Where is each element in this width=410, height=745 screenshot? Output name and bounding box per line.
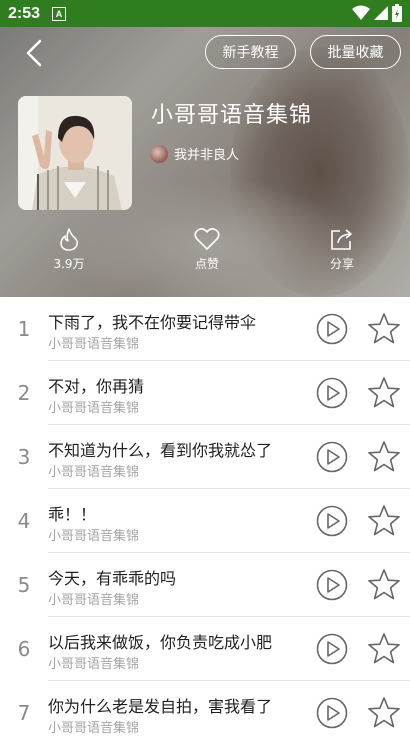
- track-title: 以后我来做饭，你负责吃成小肥: [48, 633, 273, 652]
- play-icon[interactable]: [316, 441, 348, 473]
- wifi-icon: [352, 5, 370, 20]
- star-icon[interactable]: [367, 440, 401, 474]
- like-button[interactable]: 点赞: [167, 227, 247, 272]
- track-number: 5: [17, 573, 31, 597]
- status-time: 2:53: [8, 4, 41, 22]
- list-item[interactable]: 7 你为什么老是发自拍，害我看了 小哥哥语音集锦: [0, 681, 410, 745]
- track-subtitle: 小哥哥语音集锦: [48, 337, 140, 352]
- star-icon[interactable]: [367, 312, 401, 346]
- like-label: 点赞: [194, 257, 219, 271]
- hot-value: 3.9万: [53, 257, 85, 271]
- star-icon[interactable]: [367, 632, 401, 666]
- play-icon[interactable]: [316, 697, 348, 729]
- album-header: 新手教程 批量收藏 小哥哥语音集锦 我并非良人 3.9万 点赞 分享: [0, 27, 410, 297]
- list-item[interactable]: 5 今天，有乖乖的吗 小哥哥语音集锦: [0, 553, 410, 617]
- flame-icon: [60, 228, 78, 251]
- list-item[interactable]: 4 乖！！ 小哥哥语音集锦: [0, 489, 410, 553]
- track-title: 下雨了，我不在你要记得带伞: [48, 313, 257, 332]
- batch-collect-button[interactable]: 批量收藏: [310, 35, 401, 69]
- play-icon[interactable]: [316, 313, 348, 345]
- tutorial-button[interactable]: 新手教程: [205, 35, 296, 69]
- avatar: [150, 144, 168, 163]
- track-subtitle: 小哥哥语音集锦: [48, 593, 140, 608]
- list-item[interactable]: 3 不知道为什么，看到你我就怂了 小哥哥语音集锦: [0, 425, 410, 489]
- track-number: 2: [17, 381, 31, 405]
- track-number: 6: [17, 637, 31, 661]
- star-icon[interactable]: [367, 568, 401, 602]
- track-subtitle: 小哥哥语音集锦: [48, 401, 140, 416]
- share-icon: [331, 229, 352, 250]
- track-number: 4: [17, 509, 31, 533]
- track-title: 今天，有乖乖的吗: [48, 569, 177, 588]
- cover-portrait: [18, 96, 132, 210]
- play-icon[interactable]: [316, 633, 348, 665]
- status-bar: 2:53 A: [0, 0, 410, 27]
- back-arrow-icon[interactable]: [22, 39, 50, 67]
- list-item[interactable]: 6 以后我来做饭，你负责吃成小肥 小哥哥语音集锦: [0, 617, 410, 681]
- star-icon[interactable]: [367, 376, 401, 410]
- track-number: 3: [17, 445, 31, 469]
- track-title: 不对，你再猜: [48, 377, 145, 396]
- author-name: 我并非良人: [174, 148, 240, 163]
- hot-count: 3.9万: [29, 227, 109, 272]
- author[interactable]: 我并非良人: [150, 144, 239, 163]
- star-icon[interactable]: [367, 696, 401, 730]
- signal-icon: [374, 6, 388, 20]
- battery-icon: [392, 4, 402, 22]
- play-icon[interactable]: [316, 505, 348, 537]
- track-number: 7: [17, 701, 31, 725]
- list-item[interactable]: 1 下雨了，我不在你要记得带伞 小哥哥语音集锦: [0, 297, 410, 361]
- share-label: 分享: [329, 257, 354, 271]
- play-icon[interactable]: [316, 569, 348, 601]
- system-icons: [352, 4, 402, 22]
- play-icon[interactable]: [316, 377, 348, 409]
- track-title: 你为什么老是发自拍，害我看了: [48, 697, 273, 716]
- list-item[interactable]: 2 不对，你再猜 小哥哥语音集锦: [0, 361, 410, 425]
- track-subtitle: 小哥哥语音集锦: [48, 657, 140, 672]
- album-cover: [18, 96, 132, 210]
- notification-icon: A: [52, 6, 67, 21]
- heart-icon: [194, 228, 220, 250]
- track-title: 乖！！: [48, 505, 97, 524]
- share-button[interactable]: 分享: [302, 227, 382, 272]
- star-icon[interactable]: [367, 504, 401, 538]
- track-subtitle: 小哥哥语音集锦: [48, 529, 140, 544]
- track-number: 1: [17, 317, 31, 341]
- album-title: 小哥哥语音集锦: [151, 103, 313, 128]
- track-subtitle: 小哥哥语音集锦: [48, 721, 140, 736]
- track-title: 不知道为什么，看到你我就怂了: [48, 441, 273, 460]
- track-subtitle: 小哥哥语音集锦: [48, 465, 140, 480]
